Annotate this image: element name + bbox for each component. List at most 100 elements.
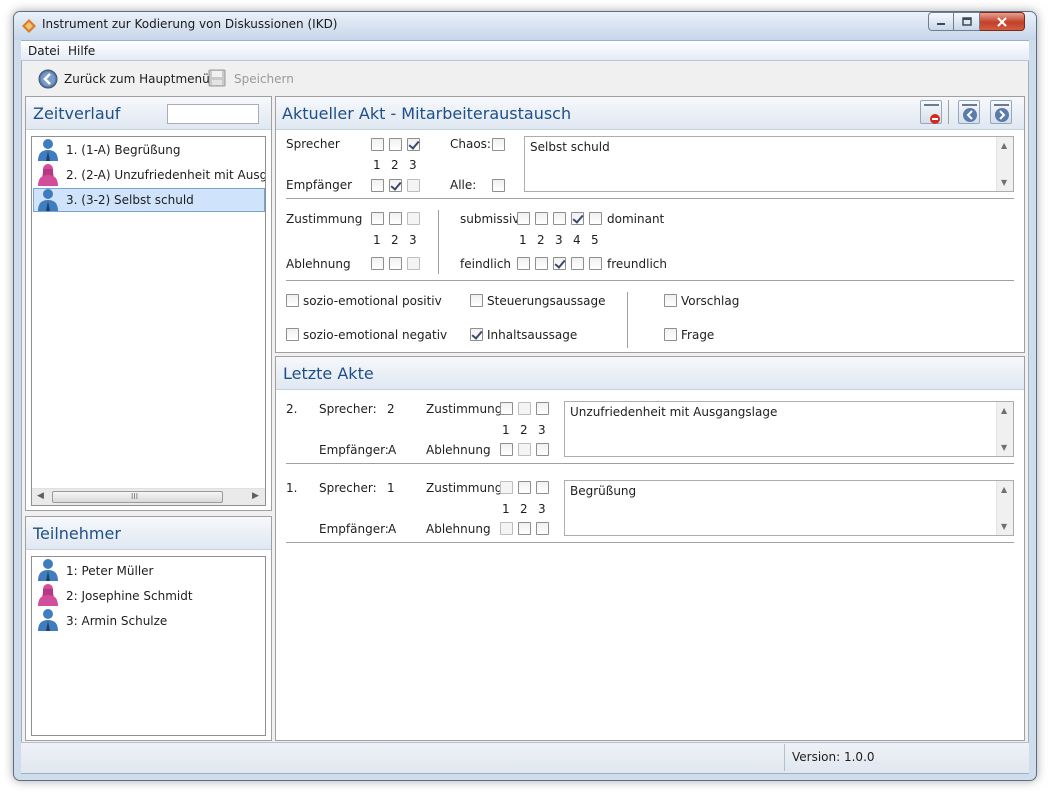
back-to-main-button[interactable]: Zurück zum Hauptmenü: [38, 68, 210, 90]
horizontal-scrollbar[interactable]: ◀ III ▶: [32, 488, 265, 505]
entry-zustimmung-checkbox-3[interactable]: [536, 481, 549, 494]
sozio-positiv-checkbox[interactable]: [286, 294, 299, 307]
save-button[interactable]: Speichern: [208, 68, 298, 90]
inhaltsaussage-checkbox[interactable]: [470, 328, 483, 341]
scroll-up-icon[interactable]: ▲: [1001, 485, 1007, 494]
delete-act-button[interactable]: [920, 100, 942, 124]
entry-ablehnung-checkbox-3[interactable]: [536, 522, 549, 535]
next-button[interactable]: [990, 100, 1012, 124]
minimize-button[interactable]: [928, 12, 954, 31]
vorschlag-checkbox[interactable]: [664, 294, 677, 307]
list-item-selected[interactable]: 3. (3-2) Selbst schuld: [33, 188, 265, 212]
zeitverlauf-title: Zeitverlauf: [33, 104, 121, 123]
ablehnung-checkbox-1[interactable]: [371, 257, 384, 270]
list-item[interactable]: 2. (2-A) Unzufriedenheit mit Ausgang: [33, 163, 265, 187]
list-item[interactable]: 2: Josephine Schmidt: [33, 583, 265, 607]
zustimmung-checkbox-2[interactable]: [389, 212, 402, 225]
previous-button[interactable]: [958, 100, 980, 124]
entry-ablehnung-checkbox-3[interactable]: [536, 443, 549, 456]
sozio-negativ-checkbox[interactable]: [286, 328, 299, 341]
submissiv-checkbox-2[interactable]: [535, 212, 548, 225]
entry-empfaenger-value: A: [388, 443, 397, 457]
entry-num-1: 1: [502, 423, 510, 437]
zustimmung-checkbox-1[interactable]: [371, 212, 384, 225]
scroll-down-icon[interactable]: ▼: [1001, 178, 1007, 187]
sprecher-checkbox-1[interactable]: [371, 138, 384, 151]
feindlich-checkbox-5[interactable]: [589, 257, 602, 270]
entry-zustimmung-checkbox-2[interactable]: [518, 402, 531, 415]
list-item[interactable]: 1: Peter Müller: [33, 558, 265, 582]
zustimmung-checkbox-3[interactable]: [407, 212, 420, 225]
alle-checkbox[interactable]: [492, 179, 505, 192]
menu-hilfe[interactable]: Hilfe: [68, 44, 95, 58]
submissiv-checkbox-4[interactable]: [571, 212, 584, 225]
entry-zustimmung-checkbox-2[interactable]: [518, 481, 531, 494]
empfaenger-checkbox-3[interactable]: [407, 179, 420, 192]
scroll-up-icon[interactable]: ▲: [1001, 141, 1007, 150]
diamond-app-icon: [22, 19, 36, 33]
sprecher-checkbox-2[interactable]: [389, 138, 402, 151]
empfaenger-checkbox-2[interactable]: [389, 179, 402, 192]
ablehnung-checkbox-3[interactable]: [407, 257, 420, 270]
vertical-scrollbar[interactable]: ▲ ▼: [996, 481, 1013, 535]
chaos-label: Chaos:: [450, 137, 491, 151]
letzte-akte-title: Letzte Akte: [283, 364, 374, 383]
entry-zustimmung-checkbox-3[interactable]: [536, 402, 549, 415]
scroll-up-icon[interactable]: ▲: [1001, 406, 1007, 415]
sprecher-num-2: 2: [391, 158, 399, 172]
feindlich-checkbox-4[interactable]: [571, 257, 584, 270]
list-item-label: 2. (2-A) Unzufriedenheit mit Ausgang: [66, 168, 265, 182]
chaos-checkbox[interactable]: [492, 138, 505, 151]
empfaenger-checkbox-1[interactable]: [371, 179, 384, 192]
list-item[interactable]: 1. (1-A) Begrüßung: [33, 138, 265, 162]
submissiv-checkbox-5[interactable]: [589, 212, 602, 225]
vertical-scrollbar[interactable]: ▲ ▼: [996, 402, 1013, 456]
entry-ablehnung-checkbox-2[interactable]: [518, 443, 531, 456]
entry-ablehnung-checkbox-2[interactable]: [518, 522, 531, 535]
sprecher-num-1: 1: [373, 158, 381, 172]
entry-zustimmung-checkbox-1[interactable]: [500, 402, 513, 415]
feindlich-checkbox-2[interactable]: [535, 257, 548, 270]
submissiv-checkbox-3[interactable]: [553, 212, 566, 225]
entry-index: 2.: [286, 402, 298, 416]
feindlich-checkbox-3[interactable]: [553, 257, 566, 270]
list-item[interactable]: 3: Armin Schulze: [33, 608, 265, 632]
vertical-scrollbar[interactable]: ▲ ▼: [996, 137, 1013, 191]
ablehnung-label: Ablehnung: [286, 257, 351, 271]
scroll-right-icon[interactable]: ▶: [252, 491, 259, 501]
save-icon: [208, 69, 226, 87]
maximize-button[interactable]: [954, 12, 980, 31]
divider: [286, 280, 1014, 281]
version-label: Version: 1.0.0: [792, 750, 875, 764]
entry-num-3: 3: [538, 423, 546, 437]
window-title: Instrument zur Kodierung von Diskussione…: [42, 17, 338, 31]
zeitverlauf-search-input[interactable]: [167, 104, 259, 124]
act-text-field[interactable]: Selbst schuld ▲ ▼: [524, 136, 1014, 192]
divider: [627, 292, 628, 348]
sprecher-checkbox-3[interactable]: [407, 138, 420, 151]
divider: [286, 542, 1014, 543]
female-person-icon: [35, 163, 61, 187]
entry-text-field[interactable]: Unzufriedenheit mit Ausgangslage ▲ ▼: [564, 401, 1014, 457]
steuerungsaussage-checkbox[interactable]: [470, 294, 483, 307]
ablehnung-checkbox-2[interactable]: [389, 257, 402, 270]
entry-zustimmung-checkbox-1[interactable]: [500, 481, 513, 494]
submissiv-checkbox-1[interactable]: [517, 212, 530, 225]
delete-act-icon: [924, 104, 940, 124]
scroll-thumb[interactable]: III: [52, 491, 223, 503]
entry-ablehnung-checkbox-1[interactable]: [500, 443, 513, 456]
feindlich-checkbox-1[interactable]: [517, 257, 530, 270]
entry-ablehnung-label: Ablehnung: [426, 522, 491, 536]
menu-datei[interactable]: Datei: [28, 44, 60, 58]
sprecher-label: Sprecher: [286, 137, 340, 151]
entry-ablehnung-checkbox-1[interactable]: [500, 522, 513, 535]
frage-label: Frage: [681, 328, 715, 342]
list-item-label: 1. (1-A) Begrüßung: [66, 143, 181, 157]
close-window-button[interactable]: [980, 12, 1025, 31]
entry-text-field[interactable]: Begrüßung ▲ ▼: [564, 480, 1014, 536]
scroll-left-icon[interactable]: ◀: [37, 491, 44, 501]
entry-ablehnung-label: Ablehnung: [426, 443, 491, 457]
frage-checkbox[interactable]: [664, 328, 677, 341]
scroll-down-icon[interactable]: ▼: [1001, 443, 1007, 452]
scroll-down-icon[interactable]: ▼: [1001, 522, 1007, 531]
